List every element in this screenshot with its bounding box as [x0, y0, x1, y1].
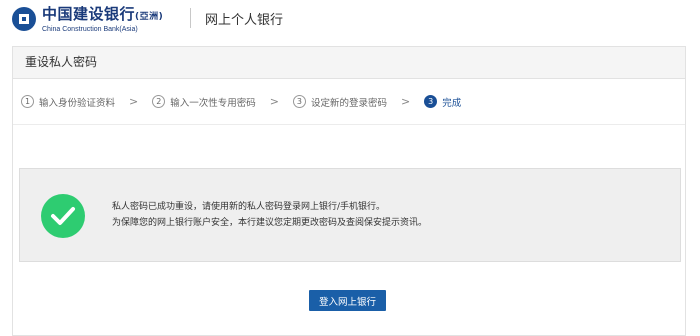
step-label: 设定新的登录密码 — [310, 97, 387, 109]
step-number: 3 — [292, 95, 306, 108]
step-label: 输入一次性专用密码 — [170, 97, 256, 109]
progress-steps: 1 输入身份验证资料 > 2 输入一次性专用密码 > 3 设定新的登录密码 > … — [13, 79, 685, 125]
logo-text: 中国建设银行(亞洲) China Construction Bank(Asia) — [42, 6, 163, 34]
step-2: 2 输入一次性专用密码 — [152, 95, 256, 109]
chevron-right-icon: > — [269, 95, 279, 108]
success-message-box: 私人密码已成功重设，请使用新的私人密码登录网上银行/手机银行。 为保障您的网上银… — [19, 168, 681, 262]
logo-name-en: China Construction Bank(Asia) — [42, 26, 138, 33]
step-4-complete: 3 完成 — [424, 95, 461, 109]
login-online-banking-button[interactable]: 登入网上银行 — [309, 290, 386, 311]
chevron-right-icon: > — [129, 95, 139, 108]
success-message: 私人密码已成功重设，请使用新的私人密码登录网上银行/手机银行。 为保障您的网上银… — [112, 199, 427, 231]
chevron-right-icon: > — [400, 95, 411, 108]
reset-password-panel: 重设私人密码 1 输入身份验证资料 > 2 输入一次性专用密码 > 3 设定新的… — [12, 46, 686, 336]
step-number: 3 — [424, 95, 438, 108]
step-label: 完成 — [442, 97, 462, 109]
header: 中国建设银行(亞洲) China Construction Bank(Asia)… — [0, 0, 700, 36]
step-1: 1 输入身份验证资料 — [21, 95, 115, 109]
success-message-line2: 为保障您的网上银行账户安全，本行建议您定期更改密码及查阅保安提示资讯。 — [112, 218, 428, 228]
success-message-line1: 私人密码已成功重设，请使用新的私人密码登录网上银行/手机银行。 — [112, 202, 386, 212]
step-label: 输入身份验证资料 — [39, 97, 116, 109]
step-3: 3 设定新的登录密码 — [292, 95, 387, 109]
logo-name-cn: 中国建设银行 — [42, 5, 136, 23]
step-number: 1 — [21, 95, 34, 108]
checkmark-success-icon — [41, 194, 85, 238]
step-number: 2 — [152, 95, 166, 108]
header-divider — [190, 8, 191, 28]
logo-name-cn-sub: (亞洲) — [135, 12, 164, 22]
ccb-logo-icon — [12, 7, 36, 31]
panel-title: 重设私人密码 — [13, 47, 685, 79]
page-title: 网上个人银行 — [205, 13, 284, 28]
bank-logo[interactable]: 中国建设银行(亞洲) China Construction Bank(Asia) — [12, 6, 163, 34]
